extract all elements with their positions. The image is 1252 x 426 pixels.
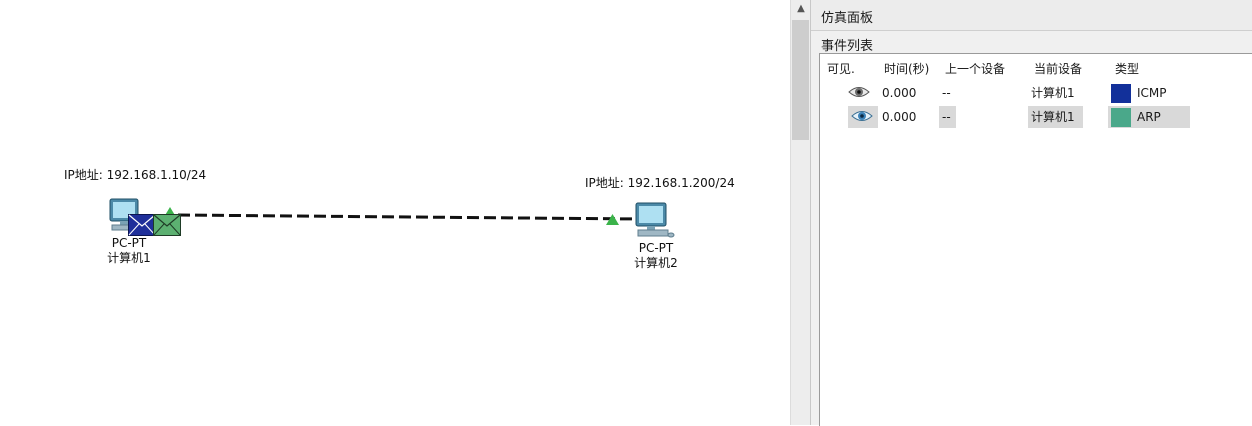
event-row[interactable]: 0.000 -- 计算机1 ARP bbox=[820, 106, 1252, 128]
pc2-ip-label: IP地址: 192.168.1.200/24 bbox=[585, 176, 735, 190]
event-time: 0.000 bbox=[882, 86, 917, 100]
column-header-time[interactable]: 时间(秒) bbox=[884, 60, 929, 77]
column-header-at-device[interactable]: 当前设备 bbox=[1034, 60, 1082, 77]
event-type-color-swatch[interactable] bbox=[1111, 84, 1131, 103]
column-header-last-device[interactable]: 上一个设备 bbox=[945, 60, 1005, 77]
logical-workspace[interactable]: IP地址: 192.168.1.10/24 PC-PT 计算机1 IP地址: 1… bbox=[0, 0, 790, 425]
event-list-table[interactable]: 可见. 时间(秒) 上一个设备 当前设备 类型 0.000 -- 计算机1 IC… bbox=[819, 53, 1252, 426]
event-row[interactable]: 0.000 -- 计算机1 ICMP bbox=[820, 82, 1252, 104]
pc2-name-label: 计算机2 bbox=[634, 256, 678, 270]
workspace-vertical-scrollbar[interactable]: ▲ bbox=[790, 0, 811, 425]
ethernet-cable[interactable] bbox=[177, 213, 641, 221]
icmp-packet-envelope-icon[interactable] bbox=[128, 214, 156, 236]
event-at-device: 计算机1 bbox=[1031, 86, 1075, 100]
event-last-device: -- bbox=[939, 106, 956, 128]
event-visible-cell[interactable] bbox=[848, 106, 878, 128]
pc2-computer-icon[interactable] bbox=[634, 202, 676, 240]
pc1-name-label: 计算机1 bbox=[107, 251, 151, 265]
event-time: 0.000 bbox=[882, 110, 917, 124]
event-type: ARP bbox=[1137, 110, 1161, 124]
link-up-indicator bbox=[606, 214, 619, 225]
event-list-title: 事件列表 bbox=[821, 39, 874, 54]
column-header-type[interactable]: 类型 bbox=[1115, 60, 1139, 77]
pc2-device-label: PC-PT 计算机2 bbox=[625, 241, 687, 271]
scroll-up-arrow-icon[interactable]: ▲ bbox=[791, 0, 811, 18]
pc1-ip-label: IP地址: 192.168.1.10/24 bbox=[64, 168, 207, 182]
pc1-model-label: PC-PT bbox=[111, 236, 147, 250]
eye-icon[interactable] bbox=[851, 109, 873, 123]
pc1-device-label: PC-PT 计算机1 bbox=[98, 236, 160, 266]
event-at-device: 计算机1 bbox=[1028, 106, 1083, 128]
simulation-panel-header: 仿真面板 bbox=[811, 0, 1252, 31]
event-type-color-swatch[interactable] bbox=[1111, 108, 1131, 127]
eye-icon[interactable] bbox=[848, 85, 870, 99]
column-header-visible[interactable]: 可见. bbox=[827, 60, 855, 77]
event-type: ICMP bbox=[1137, 86, 1167, 100]
event-last-device: -- bbox=[942, 86, 951, 100]
simulation-panel-title: 仿真面板 bbox=[821, 11, 874, 26]
simulation-panel: 仿真面板 事件列表 可见. 时间(秒) 上一个设备 当前设备 类型 0.000 … bbox=[810, 0, 1252, 426]
scrollbar-thumb[interactable] bbox=[792, 20, 809, 140]
pc2-model-label: PC-PT bbox=[638, 241, 674, 255]
arp-packet-envelope-icon[interactable] bbox=[153, 214, 181, 236]
